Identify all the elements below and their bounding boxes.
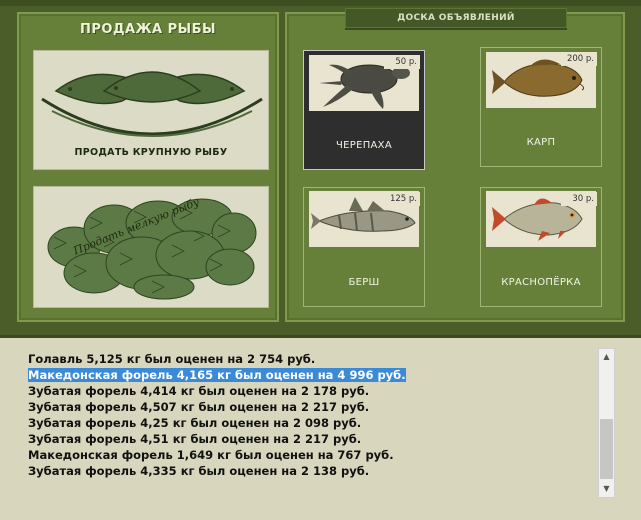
notice-card-zander[interactable]: 125 р. БЕРШ [303, 187, 425, 307]
notice-card-carp[interactable]: 200 р. КАРП [480, 47, 602, 167]
small-fish-pile-icon [47, 198, 257, 300]
log-line[interactable]: Зубатая форель 4,25 кг был оценен на 2 0… [28, 415, 593, 431]
notice-card-rudd[interactable]: 30 р. КРАСНОПЁРКА [480, 187, 602, 307]
scroll-up-icon[interactable]: ▲ [599, 349, 614, 365]
log-line-selected[interactable]: Македонская форель 4,165 кг был оценен н… [28, 367, 593, 383]
carp-name: КАРП [526, 137, 556, 148]
log-line[interactable]: Македонская форель 1,649 кг был оценен н… [28, 447, 593, 463]
carp-price: 200 р. [561, 52, 597, 66]
log-line-text: Зубатая форель 4,25 кг был оценен на 2 0… [28, 416, 362, 430]
log-line[interactable]: Зубатая форель 4,51 кг был оценен на 2 2… [28, 431, 593, 447]
notice-board-tab: ДОСКА ОБЪЯВЛЕНИЙ [345, 8, 567, 28]
log-line-text: Голавль 5,125 кг был оценен на 2 754 руб… [28, 352, 316, 366]
sell-small-fish-button[interactable]: Продать мелкую рыбу [33, 186, 269, 308]
log-line[interactable]: Зубатая форель 4,335 кг был оценен на 2 … [28, 463, 593, 479]
scroll-thumb[interactable] [600, 419, 613, 479]
sales-log-list: Голавль 5,125 кг был оценен на 2 754 руб… [28, 351, 593, 479]
log-line-text: Зубатая форель 4,335 кг был оценен на 2 … [28, 464, 370, 478]
sales-log: Голавль 5,125 кг был оценен на 2 754 руб… [0, 341, 641, 520]
notice-card-turtle[interactable]: 50 р. ЧЕРЕПАХА [303, 50, 425, 170]
notice-board-title: ДОСКА ОБЪЯВЛЕНИЙ [397, 13, 515, 23]
turtle-price: 50 р. [384, 55, 420, 69]
scroll-down-icon[interactable]: ▼ [599, 481, 614, 497]
log-line-text: Македонская форель 4,165 кг был оценен н… [28, 368, 406, 382]
game-scene: ПРОДАЖА РЫБЫ ПРОДАТЬ КРУПНУЮ РЫБУ Продат… [0, 0, 641, 338]
log-line[interactable]: Зубатая форель 4,507 кг был оценен на 2 … [28, 399, 593, 415]
turtle-name: ЧЕРЕПАХА [336, 140, 392, 151]
log-line-text: Македонская форель 1,649 кг был оценен н… [28, 448, 394, 462]
sell-fish-panel: ПРОДАЖА РЫБЫ ПРОДАТЬ КРУПНУЮ РЫБУ Продат… [17, 12, 279, 322]
sell-big-fish-label: ПРОДАТЬ КРУПНУЮ РЫБУ [74, 147, 228, 158]
log-line-text: Зубатая форель 4,51 кг был оценен на 2 2… [28, 432, 362, 446]
sell-big-fish-button[interactable]: ПРОДАТЬ КРУПНУЮ РЫБУ [33, 50, 269, 170]
zander-name: БЕРШ [348, 277, 380, 288]
log-line-text: Зубатая форель 4,414 кг был оценен на 2 … [28, 384, 370, 398]
top-edge [0, 0, 641, 6]
zander-price: 125 р. [384, 192, 420, 206]
log-scrollbar[interactable]: ▲ ▼ [598, 348, 615, 498]
rudd-price: 30 р. [561, 192, 597, 206]
log-line[interactable]: Зубатая форель 4,414 кг был оценен на 2 … [28, 383, 593, 399]
rudd-name: КРАСНОПЁРКА [501, 277, 581, 288]
sell-panel-title: ПРОДАЖА РЫБЫ [80, 22, 216, 37]
log-line[interactable]: Голавль 5,125 кг был оценен на 2 754 руб… [28, 351, 593, 367]
log-line-text: Зубатая форель 4,507 кг был оценен на 2 … [28, 400, 370, 414]
